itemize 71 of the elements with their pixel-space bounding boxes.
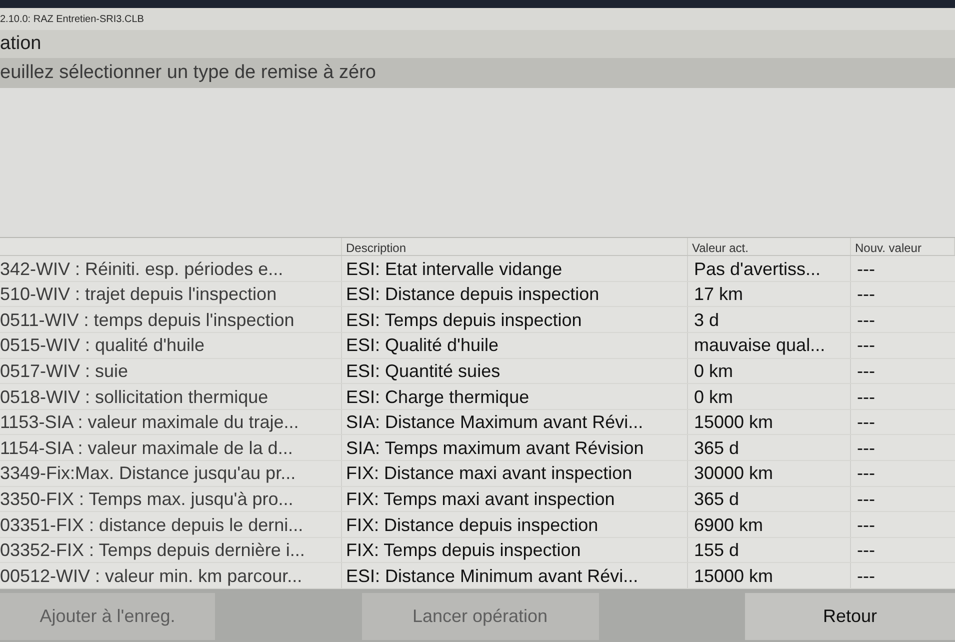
table-cell: 15000 km [694, 412, 774, 432]
table-cell: FIX: Temps maxi avant inspection [346, 488, 615, 509]
table-cell: 3 d [694, 310, 720, 330]
table-row[interactable]: 342-WIV : Réiniti. esp. périodes e... ESI: Etat intervalle vidange Pas d'avertiss... --- [0, 256, 955, 282]
table-cell: 365 d [694, 438, 740, 458]
table-cell: mauvaise qual... [694, 335, 826, 356]
table-cell: --- [857, 566, 875, 586]
table-row[interactable]: 3350-FIX : Temps max. jusqu'à pro... FIX: Temps maxi avant inspection 365 d --- [0, 486, 955, 512]
table-cell: 1153-SIA : valeur maximale du traje... [0, 412, 299, 432]
table-cell: 3350-FIX : Temps max. jusqu'à pro... [0, 488, 294, 509]
table-cell: --- [857, 335, 875, 356]
table-cell: 00512-WIV : valeur min. km parcour... [0, 566, 302, 586]
table-cell: --- [857, 488, 875, 509]
table-cell: FIX: Temps depuis inspection [346, 540, 581, 560]
table-cell: 0511-WIV : temps depuis l'inspection [0, 310, 294, 330]
table-row[interactable]: 03352-FIX : Temps depuis dernière i... FIX: Temps depuis inspection 155 d --- [0, 538, 955, 564]
table-cell: 3349-Fix:Max. Distance jusqu'au pr... [0, 463, 296, 484]
table-cell: 03351-FIX : distance depuis le derni... [0, 514, 304, 535]
back-button[interactable]: Retour [745, 593, 955, 640]
table-cell: ESI: Qualité d'huile [346, 335, 499, 356]
table-cell: SIA: Temps maximum avant Révision [346, 438, 644, 458]
table-cell: 6900 km [694, 514, 764, 535]
table-row[interactable]: 0515-WIV : qualité d'huile ESI: Qualité d'huile mauvaise qual... --- [0, 333, 955, 359]
table-cell: 155 d [694, 540, 740, 560]
table-cell: 0 km [694, 360, 734, 381]
table-cell: --- [857, 310, 875, 330]
column-header[interactable]: Description [346, 241, 406, 256]
table-cell: --- [857, 514, 875, 535]
table-cell: 510-WIV : trajet depuis l'inspection [0, 284, 277, 304]
column-header[interactable]: Nouv. valeur [855, 241, 922, 256]
table-cell: --- [857, 386, 875, 407]
table-row[interactable]: 03351-FIX : distance depuis le derni... FIX: Distance depuis inspection 6900 km --- [0, 512, 955, 538]
table-cell: 1154-SIA : valeur maximale de la d... [0, 438, 293, 458]
page-title: ation [0, 32, 42, 56]
table-row[interactable]: 0518-WIV : sollicitation thermique ESI: Charge thermique 0 km --- [0, 384, 955, 410]
table-cell: 0 km [694, 386, 734, 407]
table-row[interactable]: 0511-WIV : temps depuis l'inspection ESI: Temps depuis inspection 3 d --- [0, 307, 955, 334]
table-cell: --- [857, 360, 875, 381]
table-cell: 365 d [694, 488, 740, 509]
column-header[interactable]: Valeur act. [692, 241, 748, 256]
table-cell: ESI: Temps depuis inspection [346, 310, 582, 330]
table-cell: 17 km [694, 284, 744, 304]
window-title: 2.10.0: RAZ Entretien-SRI3.CLB [0, 12, 144, 26]
table-cell: 0515-WIV : qualité d'huile [0, 335, 205, 356]
table-cell: 342-WIV : Réiniti. esp. périodes e... [0, 258, 284, 279]
table-cell: ESI: Charge thermique [346, 386, 530, 407]
table-cell: ESI: Distance depuis inspection [346, 284, 600, 304]
table-cell: ESI: Quantité suies [346, 360, 500, 381]
table-cell: 0518-WIV : sollicitation thermique [0, 386, 268, 407]
table-row[interactable]: 510-WIV : trajet depuis l'inspection ESI: Distance depuis inspection 17 km --- [0, 282, 955, 308]
table-cell: --- [857, 463, 875, 484]
table-row[interactable]: 1153-SIA : valeur maximale du traje... SIA: Distance Maximum avant Révi... 15000 km --- [0, 410, 955, 436]
table-cell: --- [857, 438, 875, 458]
table-cell: FIX: Distance maxi avant inspection [346, 463, 632, 484]
table-row[interactable]: 3349-Fix:Max. Distance jusqu'au pr... FIX: Distance maxi avant inspection 30000 km --- [0, 461, 955, 487]
table-cell: Pas d'avertiss... [694, 258, 820, 279]
table-cell: 15000 km [694, 566, 774, 586]
table-cell: 0517-WIV : suie [0, 360, 128, 381]
table-cell: 03352-FIX : Temps depuis dernière i... [0, 540, 305, 560]
table-cell: --- [857, 412, 875, 432]
table-cell: SIA: Distance Maximum avant Révi... [346, 412, 644, 432]
table-cell: FIX: Distance depuis inspection [346, 514, 598, 535]
table-cell: --- [857, 540, 875, 560]
table-row[interactable]: 1154-SIA : valeur maximale de la d... SIA: Temps maximum avant Révision 365 d --- [0, 435, 955, 462]
table-cell: ESI: Etat intervalle vidange [346, 258, 562, 279]
table-cell: 30000 km [694, 463, 774, 484]
table-cell: ESI: Distance Minimum avant Révi... [346, 566, 638, 586]
table-cell: --- [857, 284, 875, 304]
prompt-text: euillez sélectionner un type de remise à zéro [0, 60, 376, 85]
table-row[interactable]: 0517-WIV : suie ESI: Quantité suies 0 km --- [0, 358, 955, 384]
table-cell: --- [857, 258, 875, 279]
